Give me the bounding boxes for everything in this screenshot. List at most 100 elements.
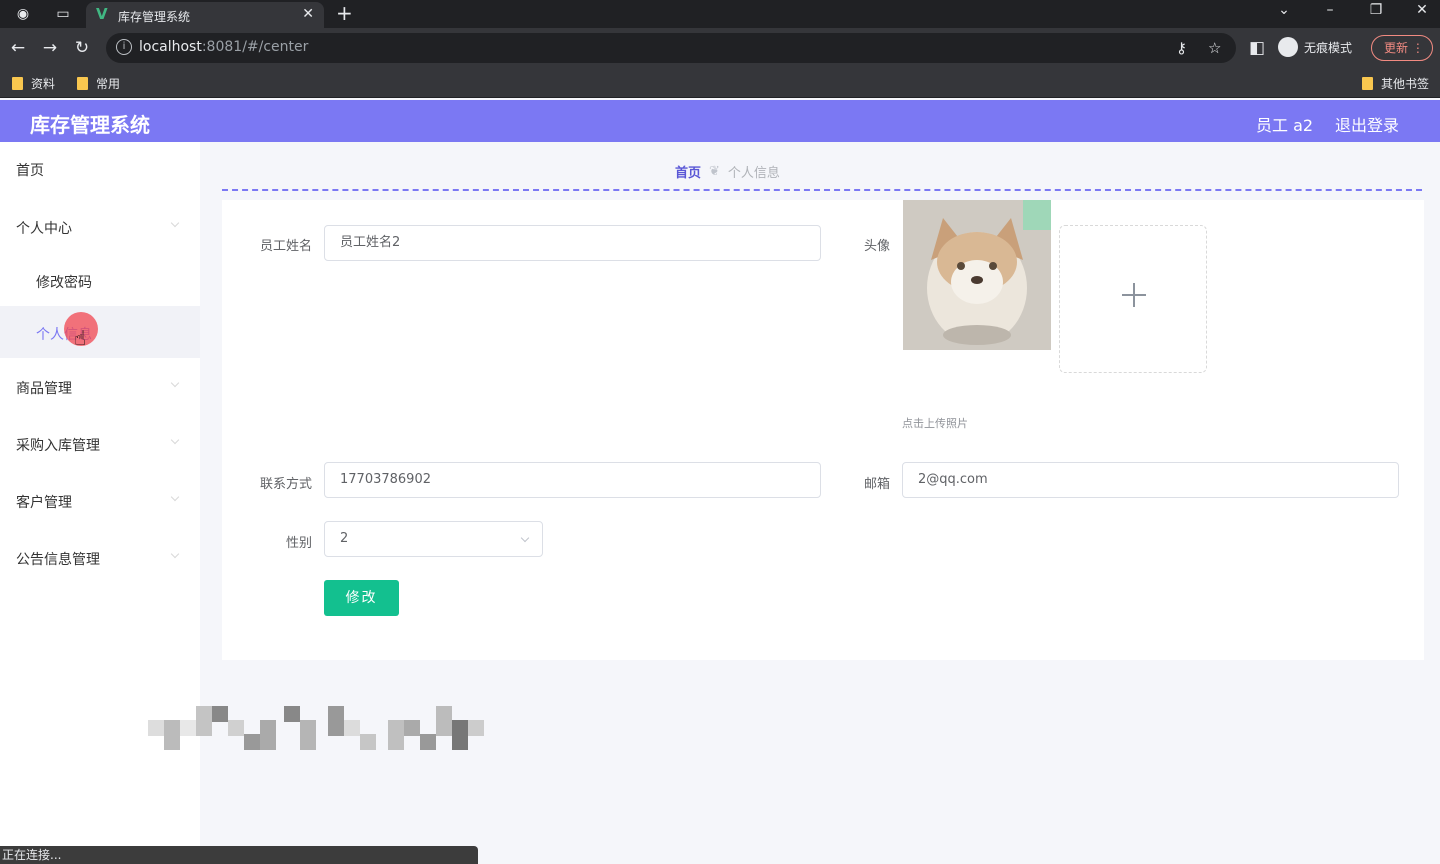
arrow-left-icon[interactable]: ← [7, 37, 29, 59]
sidebar-item-personal-center[interactable]: 个人中心 [0, 200, 200, 252]
dog-photo-icon [903, 200, 1051, 350]
bookmark-label: 其他书签 [1381, 77, 1430, 91]
side-panel-icon[interactable]: ◧ [1246, 37, 1268, 59]
update-button[interactable]: 更新 ⋮ [1371, 35, 1433, 61]
chevron-down-icon [170, 549, 180, 559]
address-bar[interactable]: i localhost:8081/#/center ⚷ ☆ [106, 33, 1236, 63]
folder-icon [1362, 77, 1373, 90]
profile-form-card: 员工姓名 员工姓名2 头像 点击上传照片 联系方式 17703786902 邮箱… [222, 200, 1424, 660]
bookmark-folder-other[interactable]: 其他书签 [1362, 75, 1429, 92]
minimize-icon[interactable]: – [1320, 2, 1340, 18]
window-icon[interactable]: ▭ [54, 5, 72, 23]
mosaic-tile [436, 706, 452, 736]
phone-input[interactable]: 17703786902 [324, 462, 821, 498]
mosaic-tile [260, 720, 276, 750]
mosaic-tile [212, 706, 228, 722]
mosaic-tile [420, 734, 436, 750]
app-header: 库存管理系统 员工 a2 退出登录 [0, 100, 1440, 142]
bookmark-folder-ziliao[interactable]: 资料 [12, 75, 55, 92]
blurred-region [148, 706, 488, 752]
mosaic-tile [404, 720, 420, 736]
gender-select-value: 2 [340, 531, 349, 546]
incognito-indicator[interactable]: 无痕模式 [1278, 37, 1352, 57]
mosaic-tile [344, 720, 360, 736]
upload-tip: 点击上传照片 [902, 417, 968, 430]
sidebar-item-purchase[interactable]: 采购入库管理 [0, 417, 200, 469]
sidebar-item-label: 首页 [16, 163, 44, 179]
new-tab-icon[interactable]: + [336, 2, 353, 24]
breadcrumb-home[interactable]: 首页 [675, 162, 701, 181]
chevron-down-icon [520, 533, 530, 543]
gender-label: 性别 [285, 536, 312, 551]
avatar-label: 头像 [863, 239, 890, 254]
incognito-icon [1278, 37, 1298, 57]
sidebar-item-change-password[interactable]: 修改密码 [0, 254, 200, 306]
bookmarks-bar: 资料 常用 其他书签 [0, 68, 1440, 98]
sidebar-item-notices[interactable]: 公告信息管理 [0, 531, 200, 583]
mosaic-tile [300, 720, 316, 750]
sidebar-item-personal-info[interactable]: 个人信息 [0, 306, 200, 358]
sidebar-item-goods[interactable]: 商品管理 [0, 360, 200, 412]
restore-icon[interactable]: ❐ [1366, 2, 1386, 18]
bookmark-folder-changyong[interactable]: 常用 [77, 75, 120, 92]
sidebar-item-label: 公告信息管理 [16, 552, 100, 568]
chevron-down-icon [170, 435, 180, 445]
email-label: 邮箱 [863, 477, 890, 492]
browser-status-bar: 正在连接... [0, 846, 478, 864]
chevron-down-icon[interactable]: ⌄ [1274, 2, 1294, 18]
sidebar-item-label: 采购入库管理 [16, 438, 100, 454]
name-input[interactable]: 员工姓名2 [324, 225, 821, 261]
submit-button[interactable]: 修改 [324, 580, 399, 616]
folder-icon [12, 77, 23, 90]
info-icon[interactable]: i [116, 39, 132, 55]
mosaic-tile [244, 734, 260, 750]
url-path: :8081/#/center [201, 39, 309, 55]
sidebar-item-label: 个人中心 [16, 221, 72, 237]
avatar-uploader[interactable] [1059, 225, 1207, 373]
sidebar-item-label: 商品管理 [16, 381, 72, 397]
browser-toolbar: ← → ↻ i localhost:8081/#/center ⚷ ☆ ◧ 无痕… [0, 28, 1440, 68]
breadcrumb-divider [222, 189, 1422, 191]
window-close-icon[interactable]: ✕ [1412, 2, 1432, 18]
mosaic-tile [388, 720, 404, 750]
mosaic-tile [328, 706, 344, 736]
browser-tab-bar: ◉ ▭ V 库存管理系统 ✕ + ⌄ – ❐ ✕ [0, 0, 1440, 28]
mosaic-tile [196, 706, 212, 736]
update-label: 更新 [1384, 41, 1409, 55]
key-icon[interactable]: ⚷ [1176, 39, 1187, 57]
user-label: 员工 a2 [1256, 116, 1314, 135]
chevron-down-icon [170, 492, 180, 502]
phone-label: 联系方式 [259, 477, 312, 492]
sidebar-item-label: 修改密码 [36, 275, 92, 291]
sidebar-item-home[interactable]: 首页 [0, 142, 200, 194]
globe-icon[interactable]: ◉ [14, 5, 32, 23]
folder-icon [77, 77, 88, 90]
mosaic-tile [284, 706, 300, 722]
gender-select[interactable]: 2 [324, 521, 543, 557]
sidebar: 首页 个人中心 修改密码 个人信息 商品管理 采购入库管理 客户管理 公告信息管… [0, 142, 200, 864]
vue-logo-icon: V [96, 5, 108, 23]
email-input[interactable]: 2@qq.com [902, 462, 1399, 498]
bookmark-label: 常用 [96, 77, 121, 91]
sidebar-item-customers[interactable]: 客户管理 [0, 474, 200, 526]
incognito-label: 无痕模式 [1304, 40, 1353, 55]
mosaic-tile [148, 720, 164, 736]
logout-link[interactable]: 退出登录 [1335, 112, 1399, 136]
avatar-image [903, 200, 1051, 350]
tab-title: 库存管理系统 [118, 10, 191, 24]
mosaic-tile [452, 720, 468, 750]
mosaic-tile [228, 720, 244, 736]
app-title: 库存管理系统 [30, 113, 150, 137]
mosaic-tile [360, 734, 376, 750]
close-icon[interactable]: ✕ [302, 6, 314, 22]
arrow-right-icon[interactable]: → [39, 37, 61, 59]
reload-icon[interactable]: ↻ [71, 37, 93, 59]
chevron-down-icon [170, 218, 180, 228]
mosaic-tile [180, 720, 196, 736]
hand-cursor-icon: ☝ [74, 326, 87, 350]
star-icon[interactable]: ☆ [1208, 39, 1221, 57]
sidebar-item-label: 客户管理 [16, 495, 72, 511]
breadcrumb-separator-icon: ❦ [709, 164, 720, 179]
browser-tab[interactable]: V 库存管理系统 ✕ [86, 2, 324, 28]
mosaic-tile [468, 720, 484, 736]
